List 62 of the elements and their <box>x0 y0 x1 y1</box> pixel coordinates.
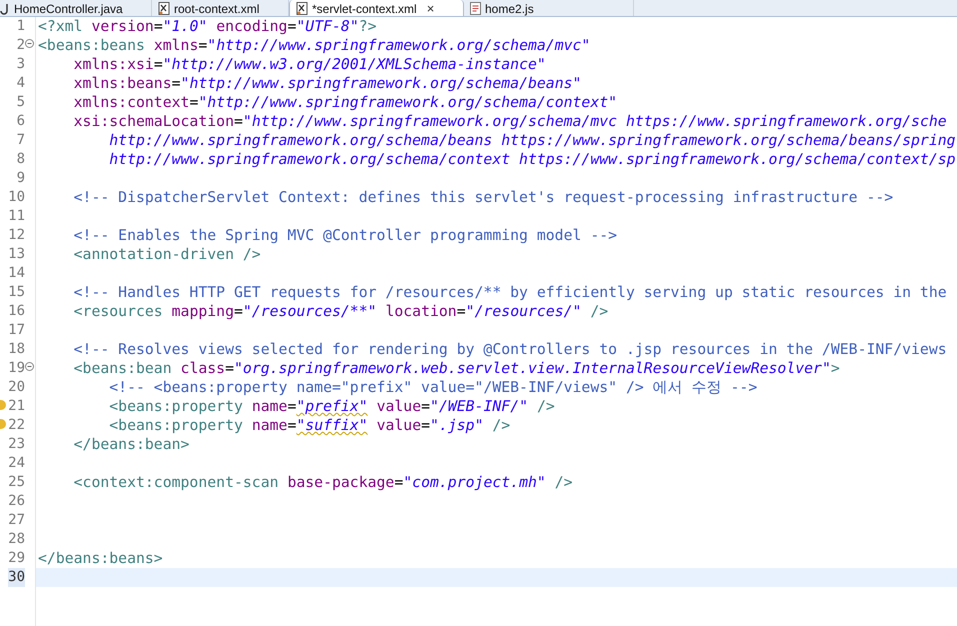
code-line: xmlns:beans="http://www.springframework.org/schema/beans" <box>72 74 582 93</box>
code-line: <beans:bean class="org.springframework.web.servlet.view.InternalResourceViewResolver"> <box>72 359 841 378</box>
editor-tab[interactable]: home2.js <box>464 0 634 16</box>
line-number: 7 <box>16 131 25 150</box>
line-number: 1 <box>16 17 25 36</box>
line-number: 18 <box>8 340 25 359</box>
line-number: 23 <box>8 435 25 454</box>
java-file-icon <box>0 2 10 14</box>
code-line: xmlns:context="http://www.springframework.org/schema/context" <box>72 93 618 112</box>
line-number: 2 <box>16 36 25 55</box>
line-number: 8 <box>16 150 25 169</box>
line-number: 17 <box>8 321 25 340</box>
line-number: 25 <box>8 473 25 492</box>
code-line: <!-- Resolves views selected for rendering by @Controllers to .jsp resources in the /WEB-INF/views <box>72 340 948 359</box>
line-number: 29 <box>8 549 25 568</box>
code-line: <beans:property name="suffix" value=".jsp" /> <box>108 416 512 435</box>
code-line: http://www.springframework.org/schema/context https://www.springframework.org/schema/context/sp <box>108 150 957 169</box>
collapse-icon[interactable] <box>25 39 34 48</box>
line-number: 3 <box>16 55 25 74</box>
xml-file-icon <box>296 2 308 15</box>
line-number: 13 <box>8 245 25 264</box>
line-number: 19 <box>8 359 25 378</box>
editor-tab[interactable]: *servlet-context.xml × <box>289 0 464 16</box>
line-number: 26 <box>8 492 25 511</box>
code-line: </beans:beans> <box>37 549 164 568</box>
code-line: <!-- Handles HTTP GET requests for /resources/** by efficiently serving up static resources in the <box>72 283 948 302</box>
line-number: 14 <box>8 264 25 283</box>
line-number: 11 <box>8 207 25 226</box>
editor-tab[interactable]: root-context.xml <box>152 0 289 16</box>
code-line: <?xml version="1.0" encoding="UTF-8"?> <box>37 17 378 36</box>
code-line: <resources mapping="/resources/**" location="/resources/" /> <box>72 302 610 321</box>
code-line: <!-- DispatcherServlet Context: defines this servlet's request-processing infrastructure --> <box>72 188 894 207</box>
line-number: 15 <box>8 283 25 302</box>
code-line: <!-- <beans:property name="prefix" value="/WEB-INF/views" /> 에서 수정 --> <box>108 378 758 397</box>
line-number: 20 <box>8 378 25 397</box>
collapse-icon[interactable] <box>25 362 34 371</box>
line-number: 5 <box>16 93 25 112</box>
editor-tab[interactable]: HomeController.java <box>0 0 152 16</box>
code-line: http://www.springframework.org/schema/beans https://www.springframework.org/schema/beans/spring <box>108 131 957 150</box>
code-line: <annotation-driven /> <box>72 245 262 264</box>
close-icon[interactable]: × <box>426 2 434 16</box>
code-line: </beans:bean> <box>72 435 190 454</box>
xml-file-icon <box>158 2 170 15</box>
line-number: 27 <box>8 511 25 530</box>
line-number: 16 <box>8 302 25 321</box>
line-number: 24 <box>8 454 25 473</box>
line-number: 10 <box>8 188 25 207</box>
code-line: <!-- Enables the Spring MVC @Controller programming model --> <box>72 226 618 245</box>
line-number: 6 <box>16 112 25 131</box>
line-number: 9 <box>16 169 25 188</box>
code-line: xsi:schemaLocation="http://www.springframework.org/schema/mvc https://www.springframework.org/sche <box>72 112 948 131</box>
line-number: 12 <box>8 226 25 245</box>
code-line: <beans:property name="prefix" value="/WEB-INF/" /> <box>108 397 556 416</box>
js-file-icon <box>470 2 481 15</box>
line-number: 4 <box>16 74 25 93</box>
line-number: 28 <box>8 530 25 549</box>
code-line: <beans:beans xmlns="http://www.springframework.org/schema/mvc" <box>37 36 592 55</box>
line-number: 21 <box>8 397 25 416</box>
code-line: <context:component-scan base-package="com.project.mh" /> <box>72 473 574 492</box>
line-number: 22 <box>8 416 25 435</box>
code-line: xmlns:xsi="http://www.w3.org/2001/XMLSchema-instance" <box>72 55 547 74</box>
line-number: 30 <box>8 568 25 587</box>
